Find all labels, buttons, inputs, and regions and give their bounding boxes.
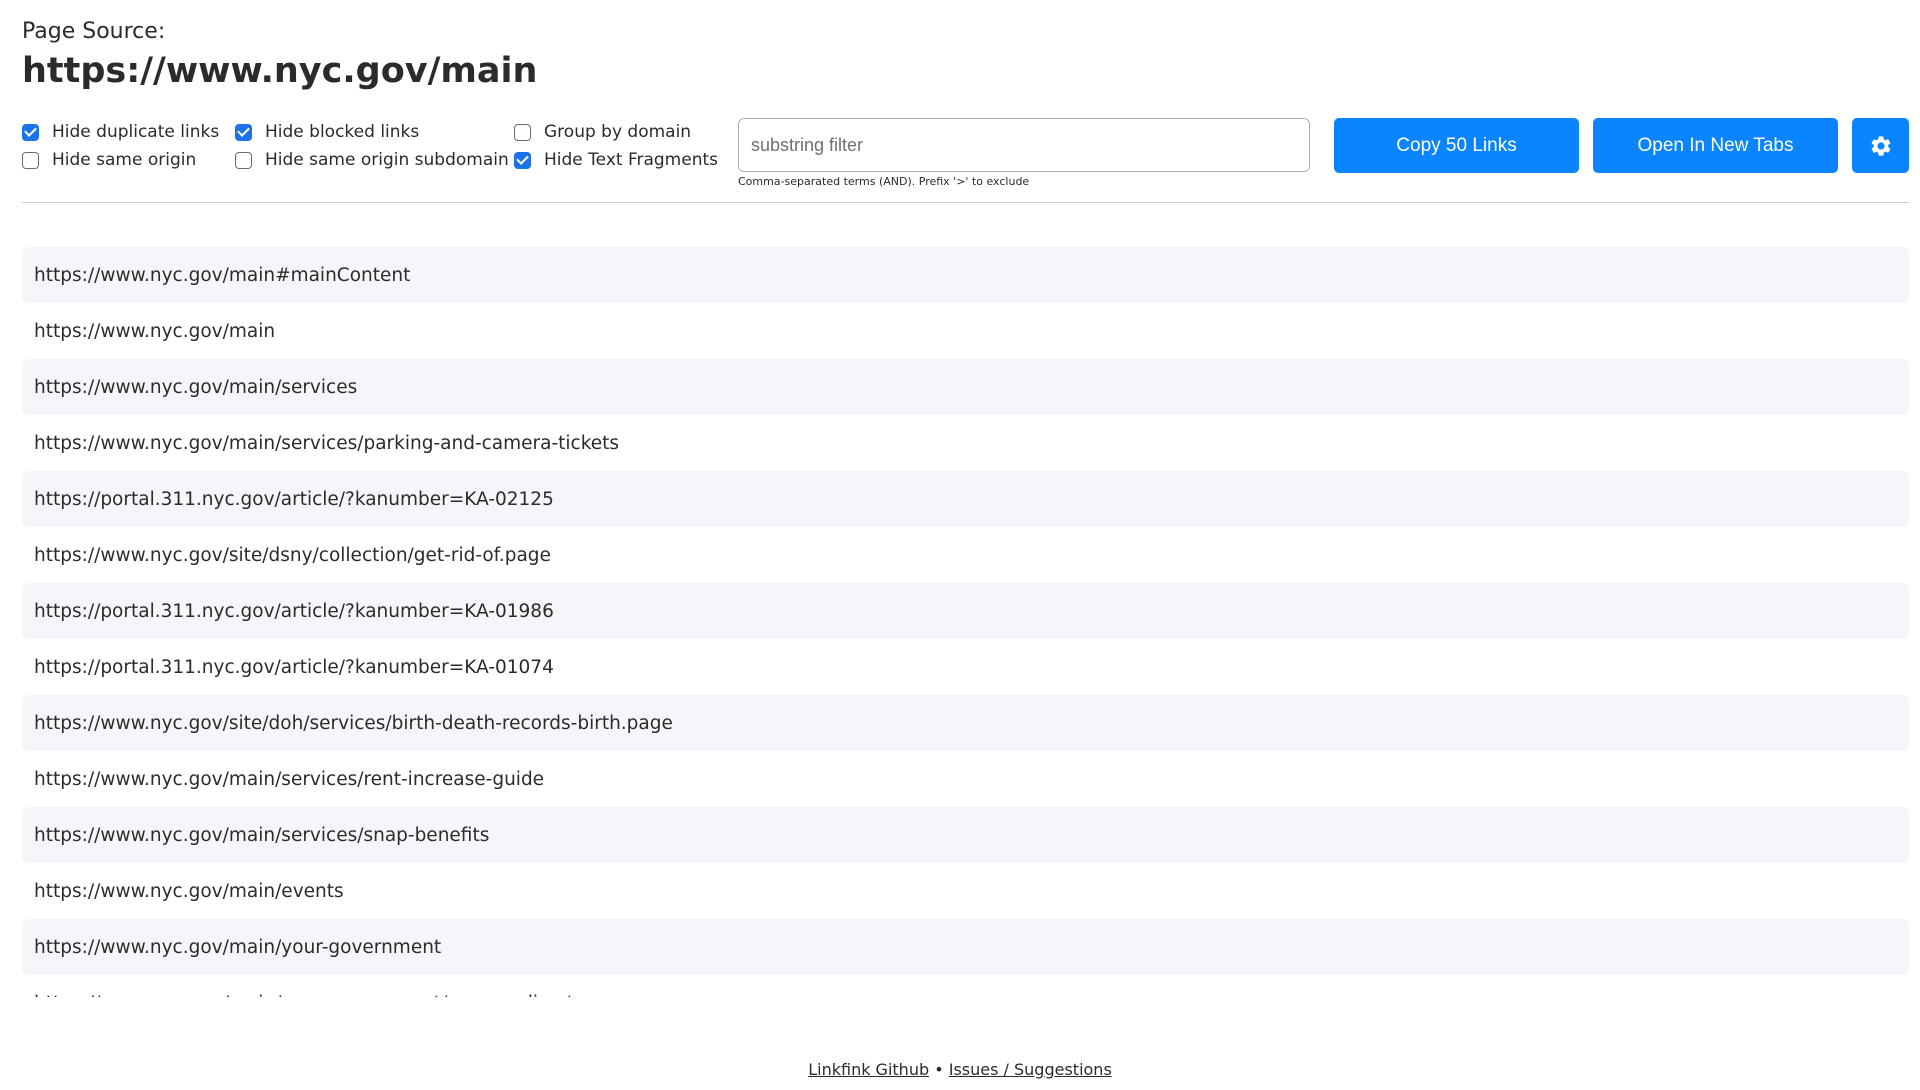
page-source-url: https://www.nyc.gov/main (22, 51, 538, 91)
checkbox[interactable] (22, 123, 39, 141)
link-row[interactable]: https://www.nyc.gov/main/services/parkin… (22, 415, 1909, 471)
settings-button[interactable] (1852, 118, 1909, 173)
option-hide-blocked-links[interactable]: Hide blocked links (235, 121, 419, 143)
link-row[interactable]: https://www.nyc.gov/site/doh/services/bi… (22, 695, 1909, 751)
link-row[interactable]: https://www.nyc.gov/main/services (22, 359, 1909, 415)
check-icon (237, 124, 250, 137)
link-row[interactable]: https://portal.311.nyc.gov/article/?kanu… (22, 583, 1909, 639)
option-label: Group by domain (544, 122, 692, 142)
option-label: Hide Text Fragments (544, 150, 719, 170)
link-row[interactable]: https://www.nyc.gov/main/services/snap-b… (22, 807, 1909, 863)
link-row[interactable]: https://www.nyc.gov/main/services/rent-i… (22, 751, 1909, 807)
option-hide-text-fragments[interactable]: Hide Text Fragments (514, 149, 718, 171)
option-group-by-domain[interactable]: Group by domain (514, 121, 691, 143)
check-icon (516, 152, 529, 165)
checkbox[interactable] (514, 151, 531, 169)
option-label: Hide same origin subdomain (265, 150, 509, 170)
page: Page Source: https://www.nyc.gov/main Hi… (0, 0, 1920, 1090)
link-row[interactable]: https://www.nyc.gov/main/events (22, 863, 1909, 919)
link-row[interactable]: https://www.nyc.gov/main/your-government (22, 919, 1909, 975)
substring-filter-input[interactable] (738, 118, 1310, 172)
option-hide-duplicate-links[interactable]: Hide duplicate links (22, 121, 219, 143)
gear-icon (1871, 135, 1890, 156)
checkbox[interactable] (22, 151, 39, 169)
option-label: Hide same origin (52, 150, 197, 170)
divider (22, 202, 1909, 203)
link-row[interactable]: https://portal.311.nyc.gov/article/?kanu… (22, 639, 1909, 695)
link-row[interactable]: https://portal.311.nyc.gov/article/?kanu… (22, 471, 1909, 527)
link-row[interactable]: https://www.nyc.gov/main (22, 303, 1909, 359)
copy-links-button[interactable]: Copy 50 Links (1334, 118, 1579, 173)
link-row[interactable]: https://www.nyc.gov/main/your-government… (22, 975, 1909, 997)
filter-group: Comma-separated terms (AND). Prefix '>' … (738, 118, 1310, 188)
controls-bar: Hide duplicate links Hide same origin Hi… (22, 118, 1909, 204)
checkbox[interactable] (235, 151, 252, 169)
option-label: Hide blocked links (265, 122, 420, 142)
option-hide-same-origin-subdomain[interactable]: Hide same origin subdomain (235, 149, 509, 171)
linkfink-github-link[interactable]: Linkfink Github (808, 1060, 929, 1079)
checkbox[interactable] (514, 123, 531, 141)
issues-suggestions-link[interactable]: Issues / Suggestions (949, 1060, 1112, 1079)
header: Page Source: https://www.nyc.gov/main (22, 18, 537, 94)
link-row[interactable]: https://www.nyc.gov/site/dsny/collection… (22, 527, 1909, 583)
links-list: https://www.nyc.gov/main#mainContent http… (22, 247, 1909, 997)
check-icon (24, 124, 37, 137)
checkbox[interactable] (235, 123, 252, 141)
filter-hint: Comma-separated terms (AND). Prefix '>' … (738, 175, 1030, 188)
footer-separator: • (934, 1060, 944, 1079)
page-source-label: Page Source: (22, 19, 166, 44)
open-in-new-tabs-button[interactable]: Open In New Tabs (1593, 118, 1838, 173)
footer: Linkfink Github • Issues / Suggestions (0, 1060, 1920, 1079)
link-row[interactable]: https://www.nyc.gov/main#mainContent (22, 247, 1909, 303)
option-label: Hide duplicate links (52, 122, 220, 142)
option-hide-same-origin[interactable]: Hide same origin (22, 149, 196, 171)
